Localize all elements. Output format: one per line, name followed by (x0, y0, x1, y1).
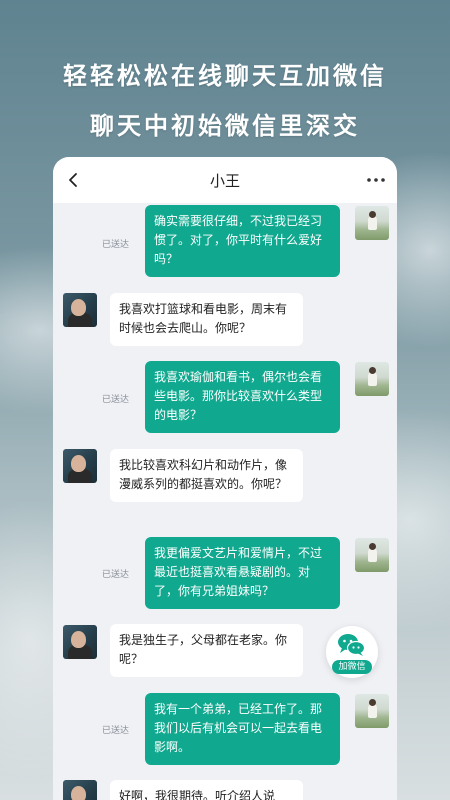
message-bubble-me[interactable]: 我更偏爱文艺片和爱情片，不过最近也挺喜欢看悬疑剧的。对了，你有兄弟姐妹吗？ (145, 537, 340, 609)
message-bubble-them[interactable]: 我喜欢打篮球和看电影，周末有时候也会去爬山。你呢？ (110, 293, 303, 346)
contact-avatar[interactable] (63, 625, 97, 659)
add-wechat-label: 加微信 (332, 660, 372, 674)
my-avatar[interactable] (355, 362, 389, 396)
add-wechat-button[interactable]: 加微信 (326, 626, 378, 678)
wechat-icon (338, 634, 366, 656)
sent-status: 已送达 (102, 726, 130, 736)
message-bubble-me[interactable]: 确实需要很仔细，不过我已经习惯了。对了，你平时有什么爱好吗？ (145, 205, 340, 277)
message-bubble-me[interactable]: 我有一个弟弟，已经工作了。那我们以后有机会可以一起去看电影啊。 (145, 693, 340, 765)
contact-avatar[interactable] (63, 449, 97, 483)
contact-avatar[interactable] (63, 293, 97, 327)
message-bubble-them[interactable]: 我是独生子，父母都在老家。你呢？ (110, 624, 303, 677)
chat-screen: 小王 已送达 确实需要很仔细，不过我已经习惯了。对了，你平时有什么爱好吗？ 我喜… (53, 157, 397, 800)
my-avatar[interactable] (355, 206, 389, 240)
chat-title: 小王 (209, 172, 240, 190)
chat-navbar: 小王 (53, 157, 397, 203)
message-bubble-them[interactable]: 我比较喜欢科幻片和动作片，像漫威系列的都挺喜欢的。你呢？ (110, 449, 303, 502)
message-bubble-me[interactable]: 我喜欢瑜伽和看书，偶尔也会看些电影。那你比较喜欢什么类型的电影？ (145, 361, 340, 433)
more-dots-icon[interactable] (365, 171, 387, 189)
my-avatar[interactable] (355, 538, 389, 572)
sent-status: 已送达 (102, 240, 130, 250)
my-avatar[interactable] (355, 694, 389, 728)
message-bubble-them[interactable]: 好啊，我很期待。听介绍人说 (110, 780, 303, 800)
headline-line-2: 聊天中初始微信里深交 (90, 112, 360, 140)
sent-status: 已送达 (102, 570, 130, 580)
contact-avatar[interactable] (63, 780, 97, 800)
headline-line-1: 轻轻松松在线聊天互加微信 (63, 62, 387, 90)
sent-status: 已送达 (102, 395, 130, 405)
